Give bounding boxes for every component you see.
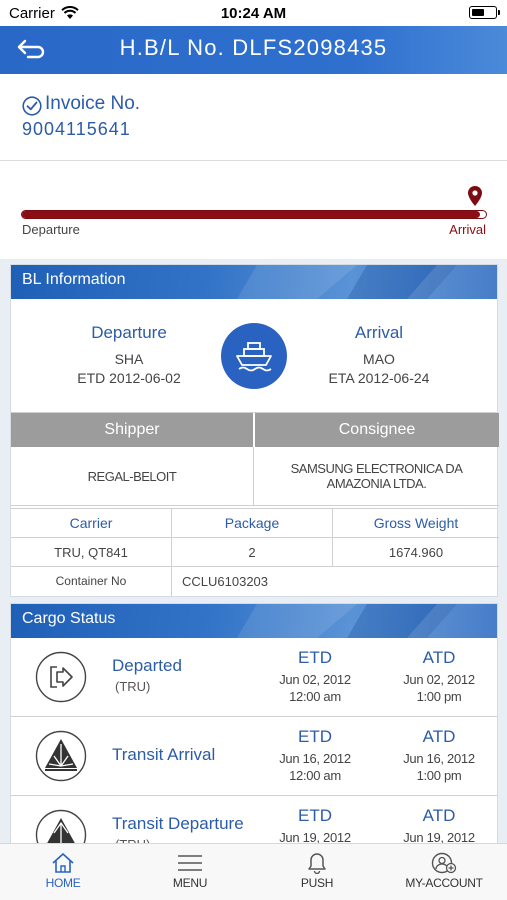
cargo-status-name: Transit Departure [112,814,244,833]
atd-column: ATD Jun 02, 2012 1:00 pm [389,648,489,705]
eta-value: 2012-06-24 [357,370,430,386]
cargo-status-card: Cargo Status Departed (TRU) ETD Jun 02, … [10,603,498,863]
arrival-info: Arrival MAO ETA 2012-06-24 [289,323,469,386]
bl-information-card: BL Information Departure SHA ETD 2012-06… [10,264,499,598]
tab-my-account[interactable]: MY-ACCOUNT [389,852,499,890]
invoice-label: Invoice No. [45,93,141,114]
tab-my-account-label: MY-ACCOUNT [405,876,483,890]
atd-date: Jun 02, 2012 [403,672,475,687]
arrival-heading: Arrival [354,323,404,342]
etd-value: 2012-06-02 [109,370,181,386]
departure-date: ETD 2012-06-02 [39,370,219,386]
menu-icon [178,855,202,871]
gross-weight-value: 1674.960 [333,538,499,567]
ship-icon [236,342,272,372]
bl-information-title: BL Information [22,271,126,288]
nav-header: H.B/L No. DLFS2098435 [0,26,507,74]
cargo-status-title: Cargo Status [22,610,116,627]
cargo-row-transit-arrival[interactable]: Transit Arrival ETD Jun 16, 2012 12:00 a… [11,717,497,796]
cargo-status-header: Cargo Status [11,604,497,638]
consignee-value: SAMSUNG ELECTRONICA DA AMAZONIA LTDA. [254,447,499,506]
departed-icon [35,651,87,703]
details-table: Carrier Package Gross Weight TRU, QT841 … [11,508,499,598]
clock: 10:24 AM [220,5,287,22]
status-bar: Carrier 10:24 AM [0,0,507,26]
etd-time: 12:00 am [289,689,341,704]
atd-date: Jun 16, 2012 [403,751,475,766]
eta-label: ETA [328,370,354,386]
tab-push[interactable]: PUSH [262,852,372,890]
etd-time: 12:00 am [289,768,341,783]
tab-bar: HOME MENU PUSH MY-ACCOUNT [0,843,507,900]
shipper-value: REGAL-BELOIT [11,447,254,506]
etd-date: Jun 16, 2012 [279,751,351,766]
parties-table: Shipper Consignee REGAL-BELOIT SAMSUNG E… [11,413,499,508]
atd-label: ATD [422,806,456,825]
tab-push-label: PUSH [300,876,334,890]
tab-home[interactable]: HOME [8,852,118,890]
bl-information-header: BL Information [11,265,497,299]
arrival-date: ETA 2012-06-24 [289,370,469,386]
back-arrow-icon[interactable] [16,37,46,63]
transit-arrival-icon [35,730,87,782]
location-pin-icon [468,186,482,206]
shipper-header: Shipper [11,413,253,447]
progress-departure-label: Departure [22,222,80,237]
package-value: 2 [172,538,333,567]
etd-label: ETD [298,727,332,746]
invoice-section: Invoice No. 9004115641 [0,74,507,161]
carrier-header: Carrier [11,509,172,538]
tab-home-label: HOME [45,876,81,890]
arrival-port: MAO [363,351,395,367]
shipment-progress: Departure Arrival [0,161,507,259]
cargo-status-carrier: (TRU) [115,679,151,694]
page-title: H.B/L No. DLFS2098435 [119,35,388,60]
check-circle-icon [22,96,42,116]
progress-track [21,210,487,219]
cargo-status-name: Departed [112,656,182,675]
header-decoration [237,604,497,638]
invoice-number: 9004115641 [22,119,131,139]
ship-badge [221,323,287,389]
etd-date: Jun 02, 2012 [279,672,351,687]
atd-label: ATD [422,648,456,667]
progress-arrival-label: Arrival [449,222,486,237]
atd-column: ATD Jun 16, 2012 1:00 pm [389,727,489,784]
cargo-row-departed[interactable]: Departed (TRU) ETD Jun 02, 2012 12:00 am… [11,638,497,717]
atd-time: 1:00 pm [416,768,462,783]
progress-fill [22,211,480,218]
tab-menu-label: MENU [172,876,208,890]
departure-info: Departure SHA ETD 2012-06-02 [39,323,219,386]
atd-label: ATD [422,727,456,746]
bell-icon [308,853,326,874]
atd-time: 1:00 pm [416,689,462,704]
departure-heading: Departure [91,323,167,342]
cargo-status-name: Transit Arrival [112,745,216,764]
tab-menu[interactable]: MENU [135,852,245,890]
container-label: Container No [11,567,172,596]
carrier-value: TRU, QT841 [11,538,172,567]
etd-column: ETD Jun 16, 2012 12:00 am [265,727,365,784]
header-decoration [237,265,497,299]
etd-label: ETD [298,648,332,667]
container-value: CCLU6103203 [182,574,269,589]
route-summary: Departure SHA ETD 2012-06-02 Arrival MAO… [11,299,497,413]
account-icon [431,852,457,874]
etd-column: ETD Jun 19, 2012 [265,806,365,846]
atd-column: ATD Jun 19, 2012 [389,806,489,846]
etd-label: ETD [77,370,106,386]
battery-level [471,8,484,16]
gross-weight-header: Gross Weight [333,509,499,538]
home-icon [52,853,74,873]
etd-label: ETD [298,806,332,825]
consignee-header: Consignee [255,413,499,447]
departure-port: SHA [114,351,144,367]
etd-column: ETD Jun 02, 2012 12:00 am [265,648,365,705]
package-header: Package [172,509,333,538]
battery-icon [469,6,500,19]
